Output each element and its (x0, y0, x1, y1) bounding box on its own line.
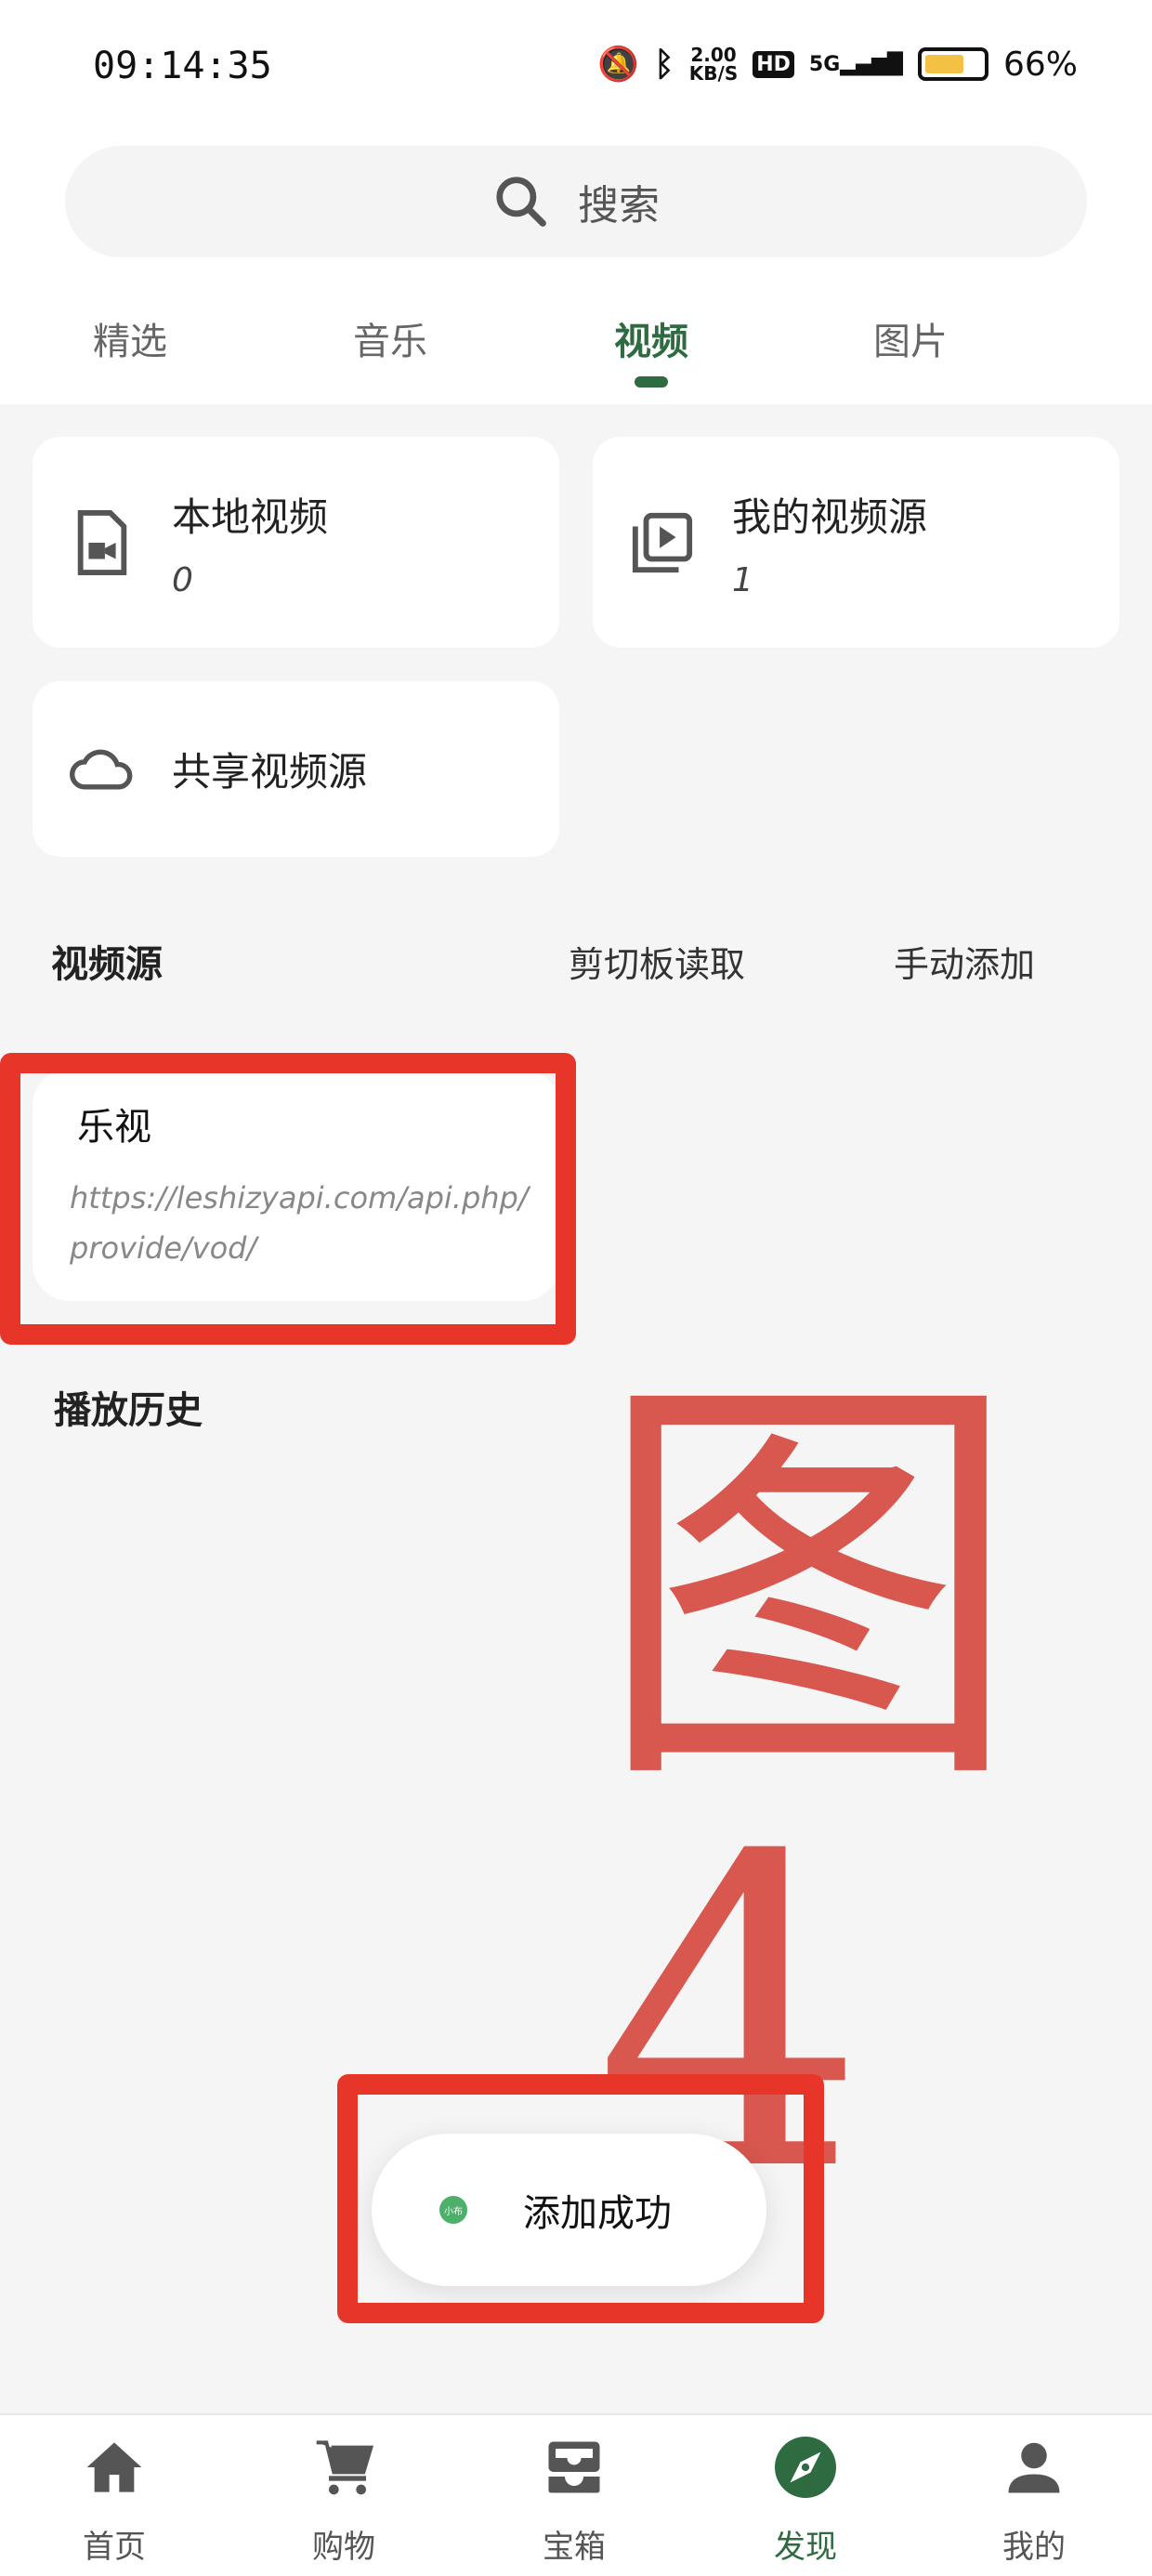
my-sources-card[interactable]: 我的视频源 1 (593, 437, 1119, 648)
cart-icon (269, 2434, 418, 2501)
card-count: 0 (172, 560, 193, 599)
tab-indicator (635, 376, 668, 388)
search-placeholder: 搜索 (578, 182, 660, 230)
nav-label: 宝箱 (543, 2529, 606, 2566)
battery-icon (917, 47, 988, 81)
signal-icon: 5G▂▄▆█ (808, 52, 903, 76)
nav-shopping[interactable]: 购物 (269, 2434, 418, 2567)
tab-video[interactable]: 视频 (614, 311, 688, 365)
status-time: 09:14:35 (93, 45, 272, 87)
person-icon (960, 2434, 1108, 2501)
nav-label: 购物 (312, 2529, 375, 2566)
card-title: 共享视频源 (172, 749, 368, 795)
card-title: 我的视频源 (732, 493, 928, 540)
tab-music[interactable]: 音乐 (353, 311, 427, 365)
search-bar[interactable]: 搜索 (65, 146, 1087, 257)
nav-discover[interactable]: 发现 (731, 2434, 880, 2567)
nav-mine[interactable]: 我的 (960, 2434, 1108, 2567)
battery-percent: 66% (1002, 45, 1078, 84)
tab-featured[interactable]: 精选 (93, 311, 167, 365)
sources-title: 视频源 (51, 943, 163, 986)
card-title: 本地视频 (172, 493, 329, 540)
video-file-icon (70, 509, 135, 575)
nav-label: 首页 (83, 2529, 146, 2566)
nav-treasure[interactable]: 宝箱 (500, 2434, 648, 2567)
inbox-icon (500, 2434, 648, 2501)
search-icon (496, 177, 546, 227)
shared-sources-card[interactable]: 共享视频源 (33, 681, 559, 857)
nav-label: 我的 (1002, 2529, 1066, 2566)
video-library-icon (630, 510, 695, 575)
network-speed: 2.00 KB/S (688, 44, 739, 85)
card-count: 1 (732, 560, 753, 599)
nav-label: 发现 (774, 2529, 837, 2566)
manual-add-button[interactable]: 手动添加 (894, 936, 1035, 987)
home-icon (40, 2434, 189, 2501)
clipboard-read-button[interactable]: 剪切板读取 (569, 936, 745, 987)
cloud-icon (70, 737, 135, 802)
compass-icon (731, 2434, 880, 2501)
history-title: 播放历史 (54, 1389, 203, 1432)
mute-icon: 🔕 (597, 46, 640, 84)
nav-home[interactable]: 首页 (40, 2434, 189, 2567)
bluetooth-icon: ᛒ (654, 45, 674, 84)
highlight-box (0, 1053, 576, 1345)
hd-badge: HD (753, 50, 794, 78)
tab-images[interactable]: 图片 (873, 311, 948, 365)
highlight-box (337, 2074, 824, 2323)
local-video-card[interactable]: 本地视频 0 (33, 437, 559, 648)
status-icons: 🔕 ᛒ 2.00 KB/S HD 5G▂▄▆█ 66% (597, 44, 1078, 85)
bottom-nav: 首页 购物 宝箱 发现 我的 (0, 2413, 1152, 2576)
